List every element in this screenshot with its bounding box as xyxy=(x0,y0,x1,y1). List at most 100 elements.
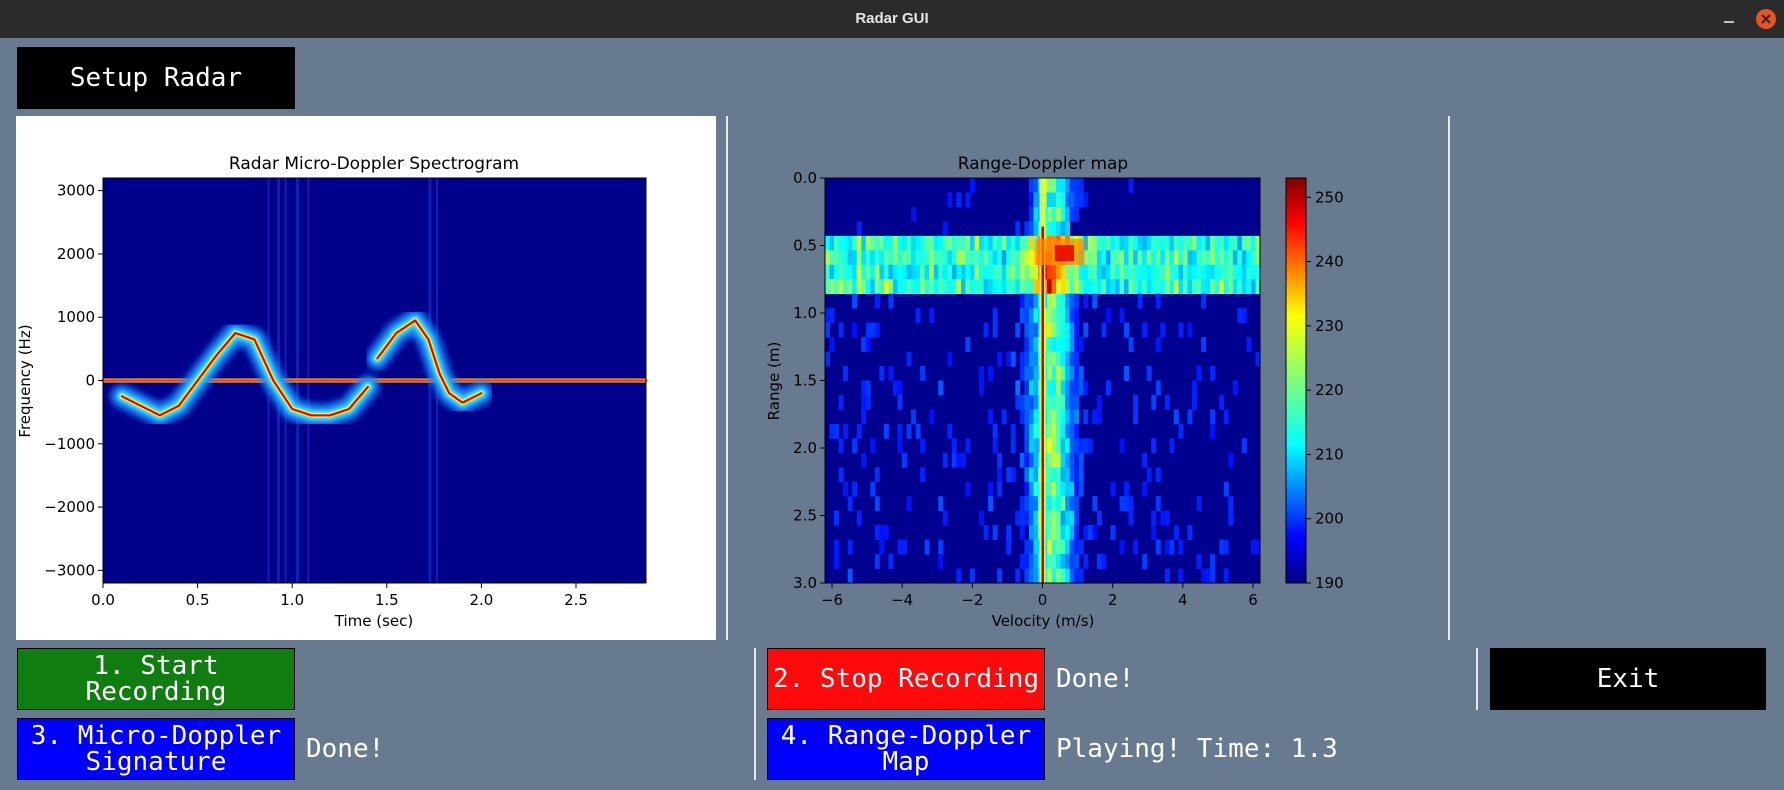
minimize-icon[interactable] xyxy=(1718,8,1740,30)
range-doppler-cell xyxy=(1210,554,1216,569)
range-doppler-cell xyxy=(970,568,975,584)
range-doppler-cell xyxy=(847,539,853,555)
range-doppler-cell xyxy=(979,279,984,295)
range-doppler-cell xyxy=(861,264,867,280)
range-doppler-cell xyxy=(1074,337,1080,352)
range-doppler-cell xyxy=(1074,568,1080,584)
range-doppler-cell xyxy=(1056,394,1062,410)
range-doppler-cell xyxy=(1196,250,1202,266)
range-doppler-cell xyxy=(1092,525,1098,540)
range-doppler-cell xyxy=(1223,279,1229,295)
spectrogram-panel: 0.0 0.5 1.0 1.5 2.0 2.5 3000 2000 1000 0 −1000 −200… xyxy=(16,116,716,640)
range-doppler-cell xyxy=(1015,235,1021,251)
range-doppler-cell xyxy=(1065,221,1071,237)
colorbar-tick-label: 220 xyxy=(1315,381,1344,399)
spectrogram-xtick-label: 1.0 xyxy=(280,591,304,609)
range-doppler-cell xyxy=(960,235,966,251)
range-doppler-cell xyxy=(1010,467,1016,483)
range-doppler-cell xyxy=(920,250,926,266)
range-doppler-cell xyxy=(1033,525,1039,540)
range-doppler-cell xyxy=(1173,279,1179,295)
range-doppler-cell xyxy=(1065,337,1071,352)
range-doppler-cell xyxy=(1069,394,1075,410)
range-doppler-cell xyxy=(825,264,830,280)
range-doppler-cell xyxy=(1024,250,1030,266)
range-doppler-cell xyxy=(983,322,989,338)
range-doppler-cell xyxy=(1178,235,1184,251)
range-doppler-cell xyxy=(920,264,926,280)
range-doppler-cell xyxy=(1019,250,1025,266)
setup-radar-button[interactable]: Setup Radar xyxy=(17,47,295,109)
range-doppler-cell xyxy=(1078,380,1084,396)
range-doppler-cell xyxy=(897,235,903,251)
range-doppler-cell xyxy=(1028,337,1034,352)
range-doppler-cell xyxy=(834,279,839,295)
range-doppler-cell xyxy=(1056,337,1062,352)
range-doppler-cell xyxy=(915,264,921,280)
range-doppler-cell xyxy=(852,250,858,266)
range-doppler-cell xyxy=(843,235,849,251)
range-doppler-cell xyxy=(924,235,930,251)
range-doppler-cell xyxy=(1056,496,1062,512)
range-doppler-cell xyxy=(1164,235,1170,251)
range-doppler-cell xyxy=(1155,250,1161,266)
range-doppler-cell xyxy=(1047,279,1052,295)
range-doppler-cell xyxy=(1033,452,1039,468)
range-doppler-cell xyxy=(852,279,858,295)
range-doppler-cell xyxy=(1051,322,1057,338)
range-doppler-cell xyxy=(1119,250,1125,266)
range-doppler-cell xyxy=(1065,496,1071,512)
range-doppler-cell xyxy=(965,279,971,295)
range-doppler-cell xyxy=(1015,250,1021,266)
range-doppler-cell xyxy=(829,308,835,324)
range-doppler-cell xyxy=(1205,264,1211,280)
range-doppler-cell xyxy=(956,279,962,295)
range-doppler-cell xyxy=(951,279,957,295)
range-doppler-cell xyxy=(892,279,898,295)
spectrogram-ytick-label: 1000 xyxy=(57,308,95,326)
range-doppler-cell xyxy=(825,308,830,324)
range-doppler-cell xyxy=(1019,264,1025,280)
range-doppler-cell xyxy=(947,423,953,439)
micro-doppler-signature-button[interactable]: 3. Micro-Doppler Signature xyxy=(17,718,295,780)
range-doppler-cell xyxy=(1056,221,1062,237)
close-button[interactable] xyxy=(1756,9,1776,29)
range-doppler-cell xyxy=(942,452,948,468)
range-doppler-cell xyxy=(988,235,994,251)
range-doppler-cell xyxy=(1060,337,1066,352)
range-doppler-cell xyxy=(1074,206,1080,222)
range-doppler-cell xyxy=(883,423,889,439)
range-doppler-cell xyxy=(1105,250,1111,266)
range-doppler-cell xyxy=(1083,293,1089,309)
range-doppler-zero-line xyxy=(1041,226,1044,583)
range-doppler-cell xyxy=(1124,481,1129,497)
range-doppler-cell xyxy=(1047,539,1052,555)
range-doppler-cell xyxy=(1069,322,1075,338)
range-doppler-cell xyxy=(1065,568,1071,584)
range-doppler-cell xyxy=(1047,192,1052,208)
range-doppler-cell xyxy=(951,264,957,280)
exit-button[interactable]: Exit xyxy=(1490,648,1766,710)
range-doppler-cell xyxy=(1105,279,1111,295)
range-doppler-cell xyxy=(1169,539,1175,555)
colorbar-tick-label: 200 xyxy=(1315,510,1344,528)
range-doppler-cell xyxy=(892,380,898,396)
range-doppler-cell xyxy=(1069,279,1075,295)
start-recording-button[interactable]: 1. Start Recording xyxy=(17,648,295,710)
range-doppler-cell xyxy=(1074,293,1080,309)
range-doppler-cell xyxy=(1169,264,1175,280)
range-doppler-ytick-label: 2.5 xyxy=(793,507,817,525)
range-doppler-cell xyxy=(1151,250,1157,266)
range-doppler-map-button[interactable]: 4. Range-Doppler Map xyxy=(767,718,1045,780)
range-doppler-cell xyxy=(1024,452,1030,468)
stop-recording-button[interactable]: 2. Stop Recording xyxy=(767,648,1045,710)
range-doppler-cell xyxy=(1078,467,1084,483)
range-doppler-cell xyxy=(1164,539,1170,555)
range-doppler-cell xyxy=(929,235,935,251)
range-doppler-cell xyxy=(1250,279,1256,295)
range-doppler-cell xyxy=(1101,250,1107,266)
range-doppler-cell xyxy=(1069,568,1075,584)
range-doppler-cell xyxy=(1219,264,1225,280)
range-doppler-cell xyxy=(1092,496,1098,512)
range-doppler-cell xyxy=(1173,250,1179,266)
